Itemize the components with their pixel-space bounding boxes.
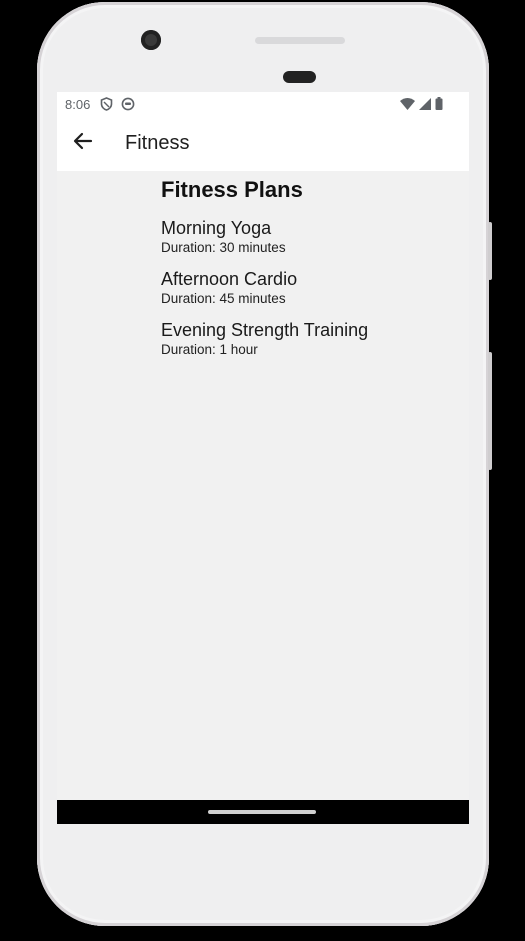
shield-icon <box>100 97 113 111</box>
section-title: Fitness Plans <box>161 177 303 202</box>
app-bar: Fitness <box>57 116 469 171</box>
proximity-sensor <box>283 71 316 83</box>
plan-name: Morning Yoga <box>161 218 272 238</box>
plan-name: Evening Strength Training <box>161 320 369 340</box>
plan-duration: Duration: 45 minutes <box>161 291 286 306</box>
plan-item[interactable]: Morning Yoga Duration: 30 minutes <box>161 217 469 257</box>
power-button <box>488 222 492 280</box>
robot-icon <box>121 97 135 111</box>
wifi-icon <box>400 97 415 113</box>
plan-duration: Duration: 1 hour <box>161 342 258 357</box>
home-gesture-handle[interactable] <box>208 810 316 814</box>
front-camera <box>141 30 161 50</box>
status-bar: 8:06 <box>57 92 469 116</box>
screen: 8:06 Fitness Fitness Plans Morning Yoga … <box>57 92 469 824</box>
plan-name: Afternoon Cardio <box>161 269 298 289</box>
main-content: Fitness Plans Morning Yoga Duration: 30 … <box>57 171 469 359</box>
plan-item[interactable]: Afternoon Cardio Duration: 45 minutes <box>161 268 469 308</box>
app-title: Fitness <box>125 132 190 154</box>
volume-button <box>488 352 492 470</box>
navigation-bar <box>57 800 469 824</box>
earpiece-speaker <box>255 37 345 44</box>
plan-item[interactable]: Evening Strength Training Duration: 1 ho… <box>161 319 469 359</box>
battery-icon <box>435 97 443 113</box>
status-time: 8:06 <box>65 96 91 112</box>
arrow-left-icon <box>73 132 93 155</box>
back-button[interactable] <box>57 116 109 171</box>
status-right-icons <box>400 97 443 113</box>
signal-icon <box>419 97 431 113</box>
plan-duration: Duration: 30 minutes <box>161 240 286 255</box>
